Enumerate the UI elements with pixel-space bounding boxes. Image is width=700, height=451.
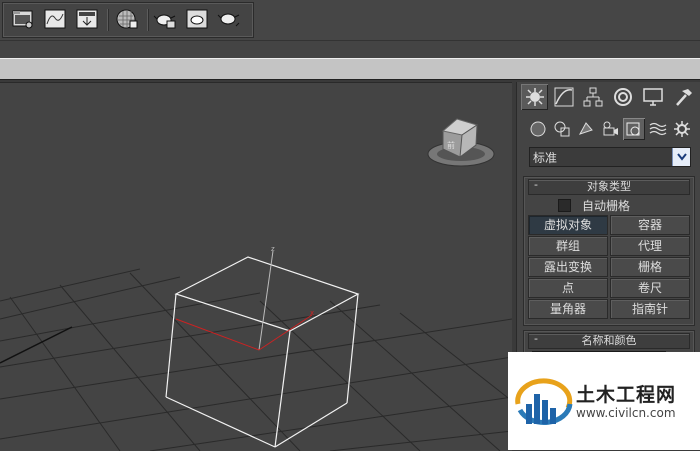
- modify-tab[interactable]: [550, 84, 577, 110]
- modify-curve-icon: [554, 87, 573, 107]
- hierarchy-icon: [583, 87, 602, 107]
- watermark-brand: 土木工程网: [576, 384, 677, 406]
- motion-tab[interactable]: [609, 84, 636, 110]
- main-toolbar: [0, 0, 700, 40]
- perspective-viewport[interactable]: z x 前: [0, 82, 512, 451]
- grid-button[interactable]: 栅格: [610, 257, 690, 277]
- expose-transform-button[interactable]: 露出变换: [528, 257, 608, 277]
- object-type-header[interactable]: - 对象类型: [528, 178, 690, 195]
- geometry-icon[interactable]: [527, 118, 549, 140]
- space-warps-icon[interactable]: [647, 118, 669, 140]
- site-watermark: 土木工程网 www.civilcn.com: [508, 352, 700, 450]
- object-type-rollout: - 对象类型 自动栅格 虚拟对象 容器 群组 代理 露出变换 栅格 点 卷尺 量…: [523, 176, 695, 326]
- create-subcategories: [527, 118, 697, 140]
- command-panel-tabs: [519, 84, 697, 112]
- monitor-icon: [642, 88, 663, 106]
- tape-button[interactable]: 卷尺: [610, 278, 690, 298]
- watermark-url: www.civilcn.com: [576, 406, 676, 420]
- proxy-button[interactable]: 代理: [610, 236, 690, 256]
- ribbon-bar: [0, 58, 700, 80]
- point-button[interactable]: 点: [528, 278, 608, 298]
- toolbar-strip: [0, 40, 700, 59]
- autogrid-label: 自动栅格: [582, 199, 631, 213]
- hammer-icon: [675, 89, 692, 106]
- teapot-frame-icon[interactable]: [185, 8, 209, 30]
- x-axis-label: x: [310, 309, 314, 317]
- display-tab[interactable]: [639, 84, 666, 110]
- chevron-down-icon[interactable]: [672, 148, 690, 166]
- protractor-button[interactable]: 量角器: [528, 299, 608, 319]
- viewcube-face-label: 前: [447, 140, 455, 150]
- group-button[interactable]: 群组: [528, 236, 608, 256]
- name-color-header[interactable]: - 名称和颜色: [528, 332, 690, 349]
- render-setup-icon[interactable]: [75, 8, 99, 30]
- compass-button[interactable]: 指南针: [610, 299, 690, 319]
- cameras-icon[interactable]: [599, 118, 621, 140]
- category-dropdown-value: 标准: [533, 151, 558, 165]
- container-button[interactable]: 容器: [610, 215, 690, 235]
- motion-icon: [613, 88, 632, 106]
- viewcube[interactable]: 前: [427, 118, 495, 167]
- systems-icon[interactable]: [671, 118, 693, 140]
- category-dropdown[interactable]: 标准: [529, 147, 691, 167]
- teapot-render-icon[interactable]: [153, 8, 177, 30]
- name-color-title: 名称和颜色: [581, 334, 637, 347]
- material-editor-icon[interactable]: [115, 8, 139, 30]
- shapes-icon[interactable]: [551, 118, 573, 140]
- toolbar-group: [2, 2, 254, 38]
- sun-icon: [525, 88, 544, 106]
- create-tab[interactable]: [521, 84, 548, 110]
- autogrid-checkbox[interactable]: [558, 199, 571, 212]
- logo-icon: [515, 378, 573, 425]
- curve-editor-icon[interactable]: [43, 8, 67, 30]
- z-axis-label: z: [271, 245, 275, 253]
- helpers-icon[interactable]: [623, 118, 645, 140]
- hierarchy-tab[interactable]: [579, 84, 606, 110]
- utilities-tab[interactable]: [669, 84, 696, 110]
- home-grid: [0, 268, 512, 451]
- object-type-title: 对象类型: [587, 180, 631, 193]
- teapot-quick-icon[interactable]: [217, 8, 241, 30]
- dummy-cube: [165, 256, 360, 448]
- open-file-icon[interactable]: [11, 8, 35, 30]
- lights-icon[interactable]: [575, 118, 597, 140]
- dummy-button[interactable]: 虚拟对象: [528, 215, 608, 235]
